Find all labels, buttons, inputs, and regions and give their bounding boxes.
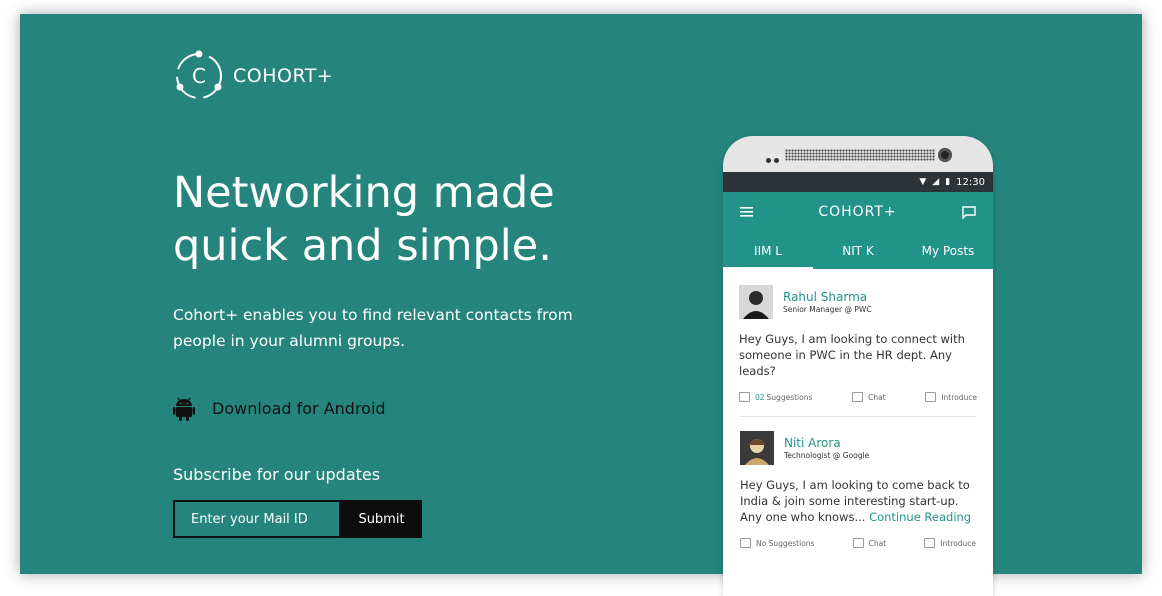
hero-panel: C COHORT+ Networking made quick and simp…	[20, 14, 1142, 596]
introduce-label: Introduce	[940, 538, 976, 548]
android-icon	[173, 397, 195, 421]
chat-label: Chat	[868, 538, 887, 548]
post-card[interactable]: Rahul Sharma Senior Manager @ PWC Hey Gu…	[723, 269, 993, 416]
continue-reading-link[interactable]: Continue Reading	[869, 510, 971, 524]
tab-nit-k[interactable]: NIT K	[813, 232, 903, 269]
sensor-dot	[766, 158, 771, 163]
avatar[interactable]	[740, 431, 774, 465]
post-header: Rahul Sharma Senior Manager @ PWC	[739, 285, 977, 319]
status-bar: ▼ ◢ ▮ 12:30	[723, 172, 993, 192]
post-card[interactable]: Niti Arora Technologist @ Google Hey Guy…	[740, 416, 976, 562]
post-header: Niti Arora Technologist @ Google	[740, 431, 976, 465]
suggestions-button[interactable]: 02 Suggestions	[739, 392, 812, 402]
svg-text:C: C	[192, 64, 206, 88]
chat-label: Chat	[868, 392, 886, 402]
introduce-button[interactable]: Introduce	[925, 392, 977, 402]
suggestions-button[interactable]: No Suggestions	[740, 538, 814, 548]
post-actions: No Suggestions Chat Introduce	[740, 538, 976, 562]
battery-icon: ▮	[945, 177, 951, 187]
app-title: COHORT+	[818, 204, 897, 220]
status-time: 12:30	[956, 176, 985, 188]
avatar[interactable]	[739, 285, 773, 319]
chat-button[interactable]: Chat	[852, 538, 887, 548]
sensor-dot	[774, 158, 779, 163]
tab-iim-l[interactable]: IIM L	[723, 232, 813, 269]
suggestions-count: 02	[755, 392, 765, 402]
subscribe-form: Submit	[173, 500, 422, 538]
group-tabs: IIM L NIT K My Posts	[723, 232, 993, 269]
download-android-link[interactable]: Download for Android	[173, 395, 386, 421]
suggestions-label: Suggestions	[766, 392, 813, 402]
chat-button[interactable]: Chat	[852, 392, 886, 402]
avatar-photo	[739, 285, 773, 319]
chat-bubble-icon[interactable]	[962, 205, 976, 219]
speaker-grille	[785, 149, 935, 161]
chat-icon	[852, 392, 864, 402]
subscribe-label: Subscribe for our updates	[173, 465, 381, 484]
phone-mockup: ▼ ◢ ▮ 12:30 COHORT+ IIM L NIT K My Posts	[723, 136, 993, 596]
suggestions-icon	[739, 392, 750, 402]
author-role: Senior Manager @ PWC	[783, 305, 872, 314]
post-message: Hey Guys, I am looking to come back to I…	[740, 477, 976, 525]
submit-button[interactable]: Submit	[341, 500, 422, 538]
chat-icon	[852, 538, 864, 548]
phone-screen: ▼ ◢ ▮ 12:30 COHORT+ IIM L NIT K My Posts	[723, 172, 993, 596]
mail-icon	[925, 392, 937, 402]
hero-subtitle: Cohort+ enables you to find relevant con…	[173, 306, 573, 350]
author-name[interactable]: Niti Arora	[784, 436, 869, 450]
signal-icon: ◢	[932, 177, 940, 187]
author-name[interactable]: Rahul Sharma	[783, 290, 872, 304]
post-message: Hey Guys, I am looking to connect with s…	[739, 331, 977, 379]
suggestions-label: No Suggestions	[756, 538, 815, 548]
phone-top-bezel	[723, 136, 993, 172]
introduce-button[interactable]: Introduce	[924, 538, 976, 548]
brand-logo[interactable]: C COHORT+	[173, 50, 333, 102]
author-info: Niti Arora Technologist @ Google	[784, 436, 869, 460]
camera-icon	[938, 148, 952, 162]
author-role: Technologist @ Google	[784, 451, 870, 460]
post-actions: 02 Suggestions Chat Introduce	[739, 392, 977, 416]
app-bar: COHORT+	[723, 192, 993, 232]
download-label: Download for Android	[212, 398, 386, 418]
suggestions-icon	[740, 538, 751, 548]
brand-name: COHORT+	[233, 65, 334, 87]
menu-icon[interactable]	[740, 207, 753, 217]
tab-my-posts[interactable]: My Posts	[903, 232, 993, 269]
author-info: Rahul Sharma Senior Manager @ PWC	[783, 290, 872, 314]
post-text: Hey Guys, I am looking to connect with s…	[739, 332, 965, 378]
avatar-photo	[740, 431, 774, 465]
mail-icon	[924, 538, 936, 548]
hero-headline: Networking made quick and simple.	[173, 168, 555, 271]
cohort-logo-icon: C	[176, 50, 222, 99]
introduce-label: Introduce	[941, 392, 977, 402]
email-field[interactable]	[173, 500, 341, 538]
wifi-icon: ▼	[919, 177, 927, 187]
